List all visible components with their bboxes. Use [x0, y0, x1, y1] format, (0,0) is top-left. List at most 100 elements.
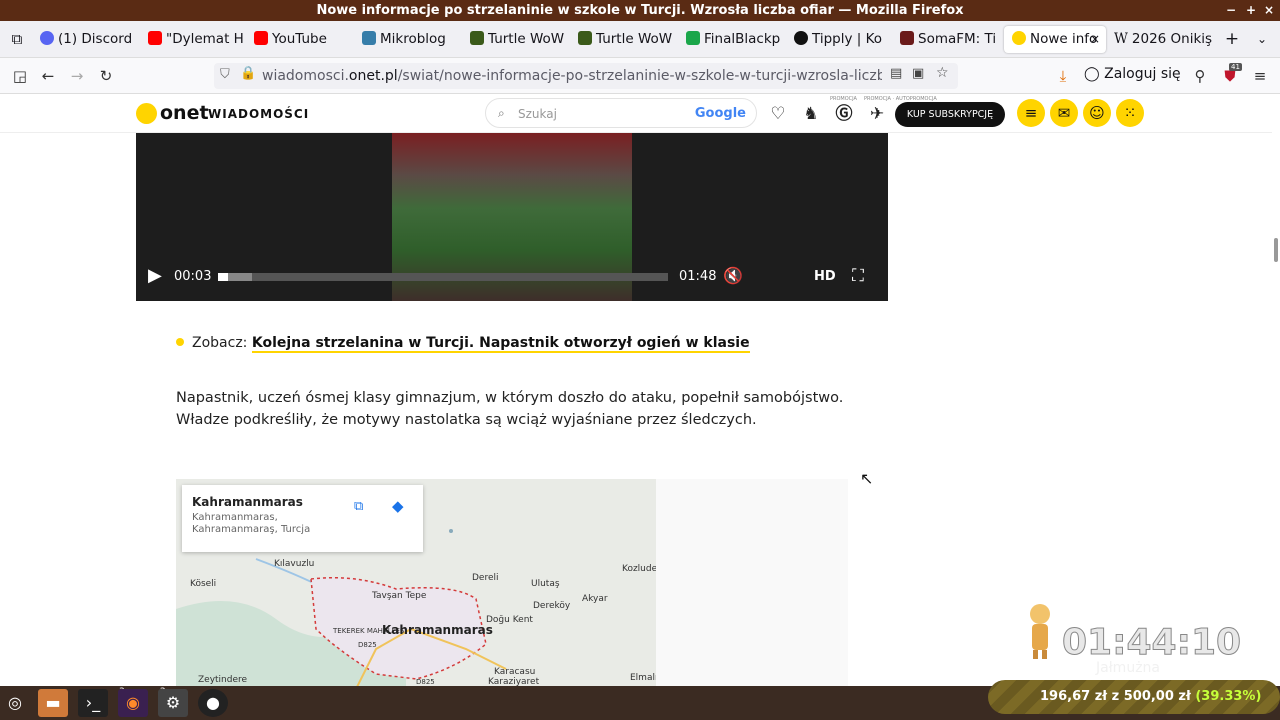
tab-turtle-wow-2[interactable]: Turtle WoW: [578, 26, 676, 53]
account-button[interactable]: ◯ Zaloguj się: [1084, 66, 1181, 82]
g-promo-icon[interactable]: Ⓖ: [833, 103, 855, 125]
window-titlebar: Nowe informacje po strzelaninie w szkole…: [0, 0, 1280, 21]
account-icon: ◯: [1084, 66, 1105, 82]
steam-icon[interactable]: ⚙: [158, 689, 188, 717]
tab-finalblackp[interactable]: FinalBlackp: [686, 26, 786, 53]
section-name[interactable]: WIADOMOŚCI: [208, 107, 309, 121]
muted-speaker-icon[interactable]: 🔇: [723, 266, 743, 285]
video-player[interactable]: ▶ 00:03 01:48 🔇 HD ⛶: [136, 133, 888, 301]
site-header: onet WIADOMOŚCI ⌕ Szukaj Google ♡ ♞ Ⓖ ✈ …: [0, 95, 1272, 133]
sidebar-icon[interactable]: ◲: [9, 65, 31, 87]
play-icon[interactable]: ▶: [148, 265, 162, 286]
quality-button[interactable]: HD: [814, 269, 836, 284]
k-icon: [686, 31, 700, 45]
video-controls: ▶ 00:03 01:48 🔇 HD ⛶: [136, 263, 888, 293]
maximize-icon[interactable]: +: [1246, 0, 1256, 21]
onet-logo-dot[interactable]: [136, 103, 157, 124]
menu-icon[interactable]: ≡: [1249, 65, 1271, 87]
bookmark-star-icon[interactable]: ☆: [936, 65, 949, 81]
promo-label-1: PROMOCJA: [830, 96, 857, 102]
close-tab-icon[interactable]: ×: [1090, 26, 1100, 53]
tab-tipply[interactable]: Tipply | Ko: [794, 26, 894, 53]
file-manager-icon[interactable]: ▬: [38, 689, 68, 717]
turtle-icon: [470, 31, 484, 45]
directions-icon[interactable]: ◆: [392, 497, 404, 515]
tab-youtube[interactable]: YouTube: [254, 26, 354, 53]
article-paragraph: Napastnik, uczeń ósmej klasy gimnazjum, …: [176, 390, 844, 428]
firefox-icon[interactable]: ◉: [118, 689, 148, 717]
map-label: Elmalı: [630, 673, 656, 683]
map-card-title: Kahramanmaras: [192, 495, 303, 509]
lock-icon[interactable]: 🔒: [240, 66, 256, 81]
page-scrollbar[interactable]: [1272, 95, 1280, 686]
wykop-icon: [362, 31, 376, 45]
shield-icon[interactable]: ⛉: [220, 67, 230, 82]
map-view[interactable]: Kahramanmaras Kahramanmaras, Kahramanmara…: [176, 479, 656, 686]
obs-icon[interactable]: ●: [198, 689, 228, 717]
video-duration: 01:48: [679, 269, 717, 284]
ticket-icon[interactable]: ✈: [866, 103, 888, 125]
close-window-icon[interactable]: ×: [1264, 0, 1274, 21]
fullscreen-icon[interactable]: ⛶: [852, 266, 864, 286]
youtube-icon: [148, 31, 162, 45]
road-shield: D825: [358, 641, 377, 649]
url-text[interactable]: wiadomosci.onet.pl/swiat/nowe-informacje…: [262, 63, 882, 89]
minimize-icon[interactable]: −: [1226, 0, 1236, 21]
url-bar[interactable]: ⛉ 🔒 wiadomosci.onet.pl/swiat/nowe-inform…: [214, 63, 958, 89]
search-placeholder: Szukaj: [518, 107, 557, 121]
tab-wikipedia[interactable]: W 2026 Onikiş: [1114, 26, 1214, 53]
video-progress-bar[interactable]: [218, 273, 668, 281]
start-menu-icon[interactable]: ◎: [0, 689, 30, 717]
hamburger-menu-icon[interactable]: ≡: [1017, 99, 1045, 127]
extensions-icon[interactable]: ⚲: [1189, 65, 1211, 87]
scrollbar-thumb[interactable]: [1274, 238, 1278, 262]
reload-icon[interactable]: ↻: [95, 65, 117, 87]
onet-logo[interactable]: onet: [160, 102, 209, 124]
search-icon: ⌕: [498, 106, 505, 120]
forward-icon[interactable]: →: [66, 65, 88, 87]
reader-view-icon[interactable]: ▤: [890, 66, 902, 81]
map-dot: [449, 529, 453, 533]
bullet-dot: [176, 338, 184, 346]
map-label: Karacasu: [494, 667, 536, 677]
mascot-sprite-icon: [1030, 604, 1050, 659]
map-label: Karaziyaret: [488, 677, 540, 686]
new-tab-button[interactable]: +: [1222, 26, 1242, 53]
tab-turtle-wow-1[interactable]: Turtle WoW: [470, 26, 568, 53]
open-external-icon[interactable]: ⧉: [354, 499, 363, 514]
tab-somafm[interactable]: SomaFM: Ti: [900, 26, 1000, 53]
onet-icon: [1012, 31, 1026, 45]
download-icon[interactable]: ⤓: [1052, 65, 1074, 87]
apps-grid-icon[interactable]: ⁙: [1116, 99, 1144, 127]
donation-text: 196,67 zł z 500,00 zł (39.33%): [1040, 689, 1262, 704]
map-city-label: Kahramanmaras: [382, 623, 493, 637]
discord-icon: [40, 31, 54, 45]
stream-label: Jałmużna: [1096, 660, 1160, 676]
google-logo: Google: [694, 106, 746, 121]
user-icon[interactable]: ☺: [1083, 99, 1111, 127]
picture-icon[interactable]: ▣: [912, 66, 924, 81]
subscribe-button[interactable]: KUP SUBSKRYPCJĘ: [895, 102, 1005, 127]
tab-mikroblog[interactable]: Mikroblog: [362, 26, 462, 53]
back-icon[interactable]: ←: [37, 65, 59, 87]
heart-icon[interactable]: ♡: [767, 103, 789, 125]
terminal-icon[interactable]: ›_: [78, 689, 108, 717]
see-also-link[interactable]: Kolejna strzelanina w Turcji. Napastnik …: [251, 335, 750, 353]
map-label: Tavşan Tepe: [372, 591, 427, 601]
video-current-time: 00:03: [174, 269, 212, 284]
list-tabs-icon[interactable]: ⌄: [1252, 26, 1272, 53]
web-page: onet WIADOMOŚCI ⌕ Szukaj Google ♡ ♞ Ⓖ ✈ …: [0, 95, 1280, 686]
mouse-cursor-icon: ↖: [860, 469, 874, 488]
see-also: Zobacz: Kolejna strzelanina w Turcji. Na…: [176, 335, 750, 353]
search-box[interactable]: ⌕ Szukaj Google: [485, 98, 757, 128]
donation-goal-bar: 196,67 zł z 500,00 zł (39.33%): [988, 680, 1280, 714]
tab-overview-icon[interactable]: ⧉: [6, 26, 28, 53]
somafm-icon: [900, 31, 914, 45]
chess-knight-icon[interactable]: ♞: [800, 103, 822, 125]
tab-discord[interactable]: (1) Discord: [40, 26, 140, 53]
mail-icon[interactable]: ✉: [1050, 99, 1078, 127]
map-label: Kılavuzlu: [274, 559, 315, 569]
tab-dylemat[interactable]: "Dylemat H: [148, 26, 246, 53]
tab-onet-active[interactable]: Nowe info ×: [1004, 26, 1106, 53]
map-label: Zeytindere: [198, 675, 248, 685]
